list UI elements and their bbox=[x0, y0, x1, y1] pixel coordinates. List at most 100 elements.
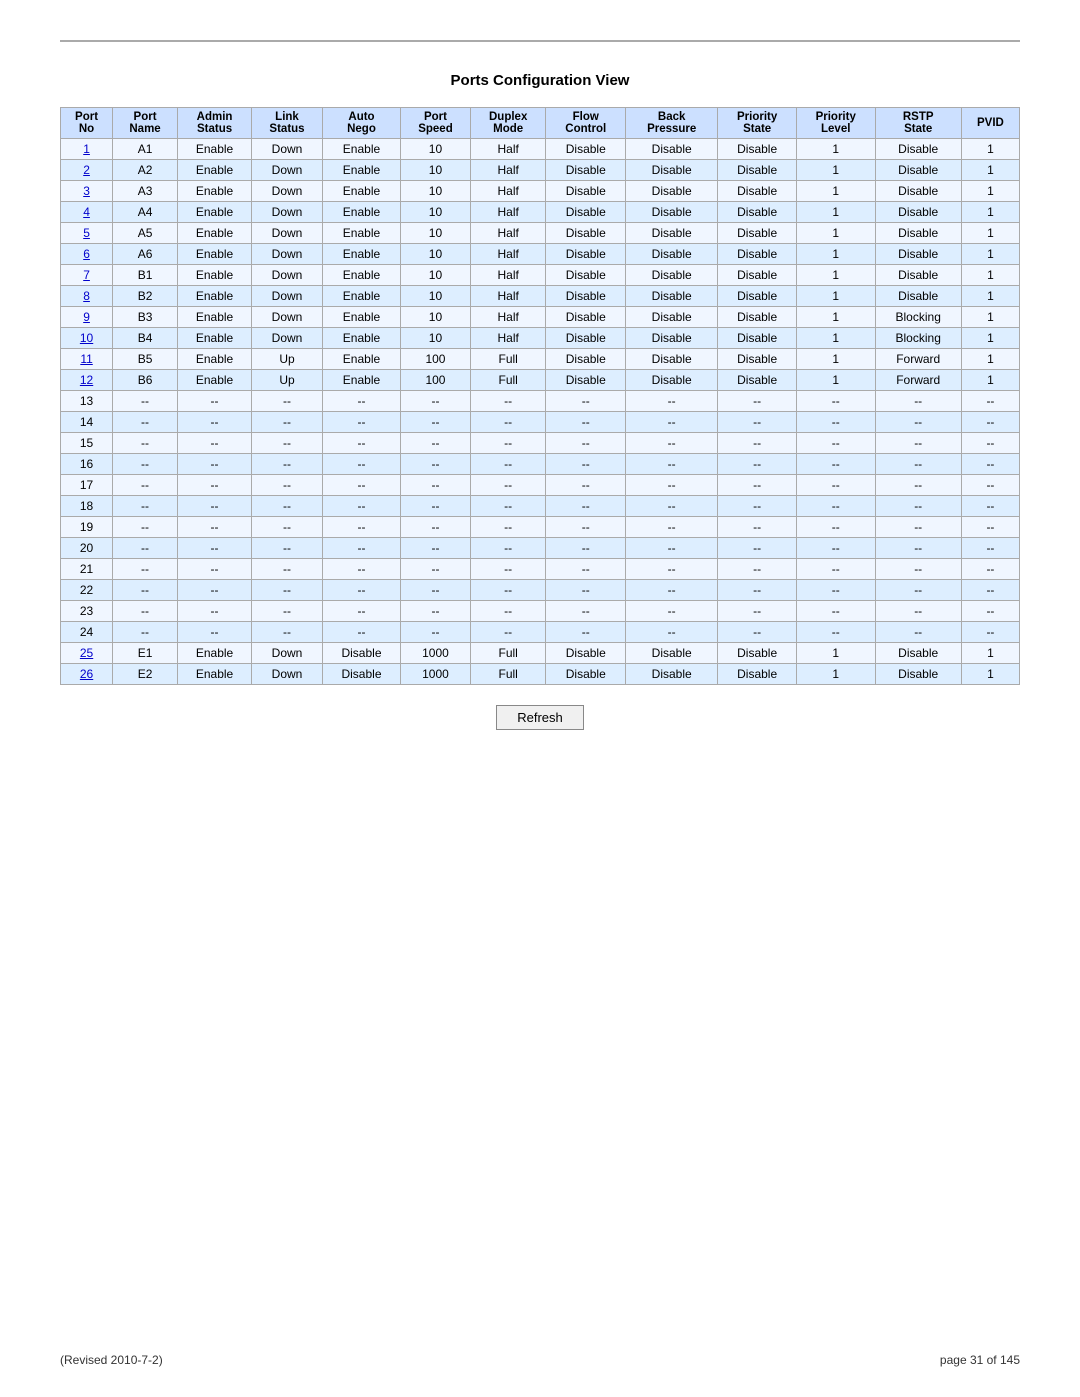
cell-duplex-mode: -- bbox=[470, 475, 546, 496]
footer-left: (Revised 2010-7-2) bbox=[60, 1353, 163, 1367]
cell-admin-status: Enable bbox=[177, 349, 251, 370]
port-link[interactable]: 9 bbox=[83, 310, 90, 324]
cell-port-no[interactable]: 25 bbox=[61, 643, 113, 664]
port-link[interactable]: 5 bbox=[83, 226, 90, 240]
cell-priority-state: -- bbox=[718, 559, 797, 580]
cell-pvid: 1 bbox=[961, 139, 1019, 160]
port-link[interactable]: 12 bbox=[80, 373, 93, 387]
cell-admin-status: Enable bbox=[177, 265, 251, 286]
cell-auto-nego: -- bbox=[322, 412, 400, 433]
cell-flow-control: Disable bbox=[546, 202, 626, 223]
port-link[interactable]: 8 bbox=[83, 289, 90, 303]
refresh-button[interactable]: Refresh bbox=[496, 705, 584, 730]
cell-flow-control: -- bbox=[546, 433, 626, 454]
cell-flow-control: Disable bbox=[546, 370, 626, 391]
cell-rstp-state: Blocking bbox=[875, 328, 961, 349]
cell-link-status: -- bbox=[252, 517, 323, 538]
cell-port-no[interactable]: 12 bbox=[61, 370, 113, 391]
port-link[interactable]: 11 bbox=[80, 352, 92, 366]
cell-rstp-state: Forward bbox=[875, 370, 961, 391]
cell-port-no[interactable]: 10 bbox=[61, 328, 113, 349]
cell-back-pressure: -- bbox=[626, 433, 718, 454]
cell-duplex-mode: Half bbox=[470, 328, 546, 349]
cell-auto-nego: Enable bbox=[322, 307, 400, 328]
cell-priority-state: Disable bbox=[718, 223, 797, 244]
cell-port-no[interactable]: 1 bbox=[61, 139, 113, 160]
cell-port-no: 21 bbox=[61, 559, 113, 580]
cell-duplex-mode: -- bbox=[470, 601, 546, 622]
cell-port-name: -- bbox=[113, 517, 178, 538]
port-link[interactable]: 4 bbox=[83, 205, 90, 219]
cell-auto-nego: Enable bbox=[322, 223, 400, 244]
cell-port-no[interactable]: 26 bbox=[61, 664, 113, 685]
cell-priority-state: Disable bbox=[718, 328, 797, 349]
cell-rstp-state: -- bbox=[875, 622, 961, 643]
port-link[interactable]: 6 bbox=[83, 247, 90, 261]
cell-auto-nego: Enable bbox=[322, 139, 400, 160]
cell-pvid: -- bbox=[961, 538, 1019, 559]
cell-link-status: Down bbox=[252, 223, 323, 244]
cell-pvid: -- bbox=[961, 391, 1019, 412]
cell-admin-status: Enable bbox=[177, 643, 251, 664]
cell-admin-status: Enable bbox=[177, 370, 251, 391]
cell-port-no[interactable]: 6 bbox=[61, 244, 113, 265]
table-row: 4A4EnableDownEnable10HalfDisableDisableD… bbox=[61, 202, 1020, 223]
cell-port-no[interactable]: 11 bbox=[61, 349, 113, 370]
cell-admin-status: Enable bbox=[177, 286, 251, 307]
cell-priority-state: -- bbox=[718, 412, 797, 433]
table-row: 5A5EnableDownEnable10HalfDisableDisableD… bbox=[61, 223, 1020, 244]
col-header-port-speed: PortSpeed bbox=[401, 108, 471, 139]
cell-pvid: 1 bbox=[961, 643, 1019, 664]
cell-port-no: 20 bbox=[61, 538, 113, 559]
cell-flow-control: -- bbox=[546, 622, 626, 643]
cell-back-pressure: -- bbox=[626, 517, 718, 538]
cell-port-no[interactable]: 7 bbox=[61, 265, 113, 286]
cell-port-no[interactable]: 5 bbox=[61, 223, 113, 244]
col-header-back-pressure: BackPressure bbox=[626, 108, 718, 139]
table-row: 18------------------------ bbox=[61, 496, 1020, 517]
cell-back-pressure: Disable bbox=[626, 265, 718, 286]
cell-port-name: B6 bbox=[113, 370, 178, 391]
cell-port-no[interactable]: 2 bbox=[61, 160, 113, 181]
cell-duplex-mode: -- bbox=[470, 559, 546, 580]
port-link[interactable]: 10 bbox=[80, 331, 93, 345]
cell-flow-control: -- bbox=[546, 454, 626, 475]
table-row: 10B4EnableDownEnable10HalfDisableDisable… bbox=[61, 328, 1020, 349]
table-row: 19------------------------ bbox=[61, 517, 1020, 538]
cell-link-status: -- bbox=[252, 601, 323, 622]
port-link[interactable]: 3 bbox=[83, 184, 90, 198]
cell-back-pressure: -- bbox=[626, 601, 718, 622]
cell-admin-status: Enable bbox=[177, 202, 251, 223]
cell-priority-level: 1 bbox=[796, 349, 875, 370]
cell-admin-status: -- bbox=[177, 475, 251, 496]
cell-back-pressure: -- bbox=[626, 475, 718, 496]
cell-port-name: -- bbox=[113, 622, 178, 643]
cell-port-speed: -- bbox=[401, 559, 471, 580]
port-link[interactable]: 26 bbox=[80, 667, 93, 681]
cell-priority-state: -- bbox=[718, 538, 797, 559]
cell-port-name: A6 bbox=[113, 244, 178, 265]
cell-priority-level: 1 bbox=[796, 202, 875, 223]
cell-port-no[interactable]: 4 bbox=[61, 202, 113, 223]
cell-admin-status: -- bbox=[177, 580, 251, 601]
port-link[interactable]: 7 bbox=[83, 268, 90, 282]
cell-rstp-state: Disable bbox=[875, 286, 961, 307]
cell-pvid: 1 bbox=[961, 307, 1019, 328]
refresh-area: Refresh bbox=[60, 705, 1020, 730]
cell-pvid: 1 bbox=[961, 328, 1019, 349]
port-link[interactable]: 1 bbox=[83, 142, 90, 156]
cell-priority-level: 1 bbox=[796, 286, 875, 307]
cell-priority-state: Disable bbox=[718, 664, 797, 685]
port-link[interactable]: 2 bbox=[83, 163, 90, 177]
col-header-admin-status: AdminStatus bbox=[177, 108, 251, 139]
cell-port-speed: 10 bbox=[401, 244, 471, 265]
cell-duplex-mode: Half bbox=[470, 244, 546, 265]
port-link[interactable]: 25 bbox=[80, 646, 93, 660]
cell-port-no[interactable]: 8 bbox=[61, 286, 113, 307]
cell-priority-level: 1 bbox=[796, 370, 875, 391]
cell-auto-nego: Enable bbox=[322, 349, 400, 370]
cell-flow-control: Disable bbox=[546, 181, 626, 202]
cell-port-no[interactable]: 3 bbox=[61, 181, 113, 202]
cell-duplex-mode: Half bbox=[470, 223, 546, 244]
cell-port-no[interactable]: 9 bbox=[61, 307, 113, 328]
